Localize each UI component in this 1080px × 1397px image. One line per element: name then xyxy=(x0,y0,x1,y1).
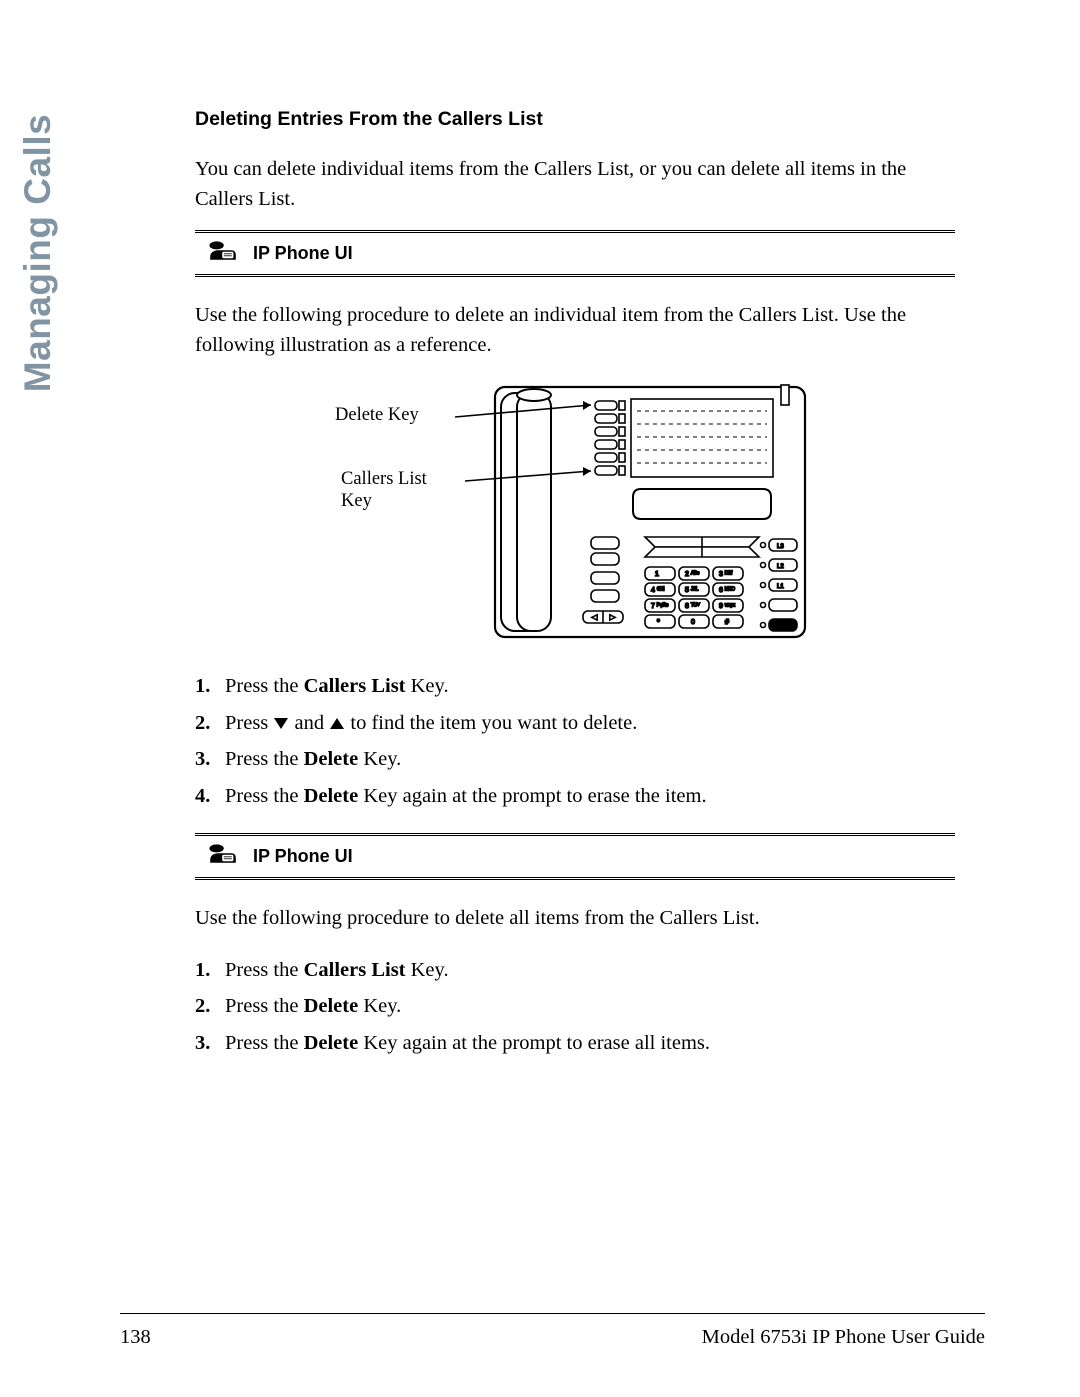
callout-body: IP Phone UI xyxy=(195,233,955,274)
svg-text:9 ʷˣʸᶻ: 9 ʷˣʸᶻ xyxy=(719,603,736,610)
svg-text:◄: ◄ xyxy=(590,612,599,622)
page-number: 138 xyxy=(120,1326,151,1349)
svg-text:L2: L2 xyxy=(777,564,784,570)
document-title: Model 6753i IP Phone User Guide xyxy=(702,1326,985,1349)
svg-text:6 ᴹᴺᴼ: 6 ᴹᴺᴼ xyxy=(719,587,735,594)
text: Press the xyxy=(225,995,304,1017)
svg-text:L3: L3 xyxy=(777,544,784,550)
content-area: Deleting Entries From the Callers List Y… xyxy=(195,108,955,1080)
text: Key. xyxy=(406,675,449,697)
procedure-steps-2: 1. Press the Callers List Key. 2. Press … xyxy=(195,955,955,1060)
step-body: Press the Delete Key. xyxy=(225,991,955,1023)
step-number: 2. xyxy=(195,991,225,1023)
step-number: 2. xyxy=(195,708,225,740)
step-body: Press the Delete Key. xyxy=(225,744,955,776)
divider-icon xyxy=(195,274,955,277)
text: Press the xyxy=(225,675,304,697)
section-sidebar: Managing Calls xyxy=(16,108,60,398)
text: Press xyxy=(225,712,273,734)
step-body: Press the Delete Key again at the prompt… xyxy=(225,1028,955,1060)
callout-body: IP Phone UI xyxy=(195,836,955,877)
text: to find the item you want to delete. xyxy=(345,712,637,734)
list-item: 3. Press the Delete Key again at the pro… xyxy=(195,1028,955,1060)
bold-text: Delete xyxy=(304,748,359,770)
list-item: 1. Press the Callers List Key. xyxy=(195,671,955,703)
footer-divider xyxy=(120,1313,985,1314)
text: Key. xyxy=(358,995,401,1017)
section-title: Managing Calls xyxy=(17,114,59,392)
annotation-callers-list-key-line2: Key xyxy=(341,491,372,512)
callout-ip-phone-ui-1: IP Phone UI xyxy=(195,230,955,277)
text: and xyxy=(289,712,329,734)
text: Key again at the prompt to erase all ite… xyxy=(358,1032,710,1054)
svg-text:0: 0 xyxy=(691,619,695,626)
text: Press the xyxy=(225,785,304,807)
svg-text:L1: L1 xyxy=(777,584,784,590)
text: Press the xyxy=(225,959,304,981)
step-body: Press the Delete Key again at the prompt… xyxy=(225,781,955,813)
bold-text: Callers List xyxy=(304,959,406,981)
procedure-steps-1: 1. Press the Callers List Key. 2. Press … xyxy=(195,671,955,813)
step-number: 3. xyxy=(195,1028,225,1060)
heading-deleting-entries: Deleting Entries From the Callers List xyxy=(195,108,955,131)
step-body: Press and to find the item you want to d… xyxy=(225,708,955,740)
phone-illustration: ◄ ► 1 2 ᴬᴮᶜ 3 ᴰᴱᶠ 4 ᴳᴴᴵ 5 ᴶᴷᴸ 6 ᴹᴺᴼ 7 ᴾᵠ… xyxy=(315,377,835,647)
svg-text:2 ᴬᴮᶜ: 2 ᴬᴮᶜ xyxy=(685,570,700,578)
text: Press the xyxy=(225,748,304,770)
bold-text: Delete xyxy=(304,1032,359,1054)
svg-text:8 ᵀᵁⱽ: 8 ᵀᵁⱽ xyxy=(685,602,700,610)
procedure-intro-1: Use the following procedure to delete an… xyxy=(195,301,955,360)
svg-text:1: 1 xyxy=(655,571,659,578)
procedure-intro-2: Use the following procedure to delete al… xyxy=(195,904,955,934)
list-item: 1. Press the Callers List Key. xyxy=(195,955,955,987)
text: Key. xyxy=(358,748,401,770)
triangle-down-icon xyxy=(274,718,288,729)
svg-text:5 ᴶᴷᴸ: 5 ᴶᴷᴸ xyxy=(685,587,699,594)
step-body: Press the Callers List Key. xyxy=(225,955,955,987)
callout-label: IP Phone UI xyxy=(253,243,353,264)
text: Key. xyxy=(406,959,449,981)
callout-ip-phone-ui-2: IP Phone UI xyxy=(195,833,955,880)
phone-ui-icon xyxy=(207,239,239,268)
bold-text: Callers List xyxy=(304,675,406,697)
svg-text:►: ► xyxy=(608,612,617,622)
svg-text:4 ᴳᴴᴵ: 4 ᴳᴴᴵ xyxy=(651,587,664,594)
list-item: 2. Press and to find the item you want t… xyxy=(195,708,955,740)
step-number: 1. xyxy=(195,955,225,987)
text: Press the xyxy=(225,1032,304,1054)
annotation-callers-list-key-line1: Callers List xyxy=(341,469,427,490)
step-number: 1. xyxy=(195,671,225,703)
step-number: 4. xyxy=(195,781,225,813)
svg-text:3 ᴰᴱᶠ: 3 ᴰᴱᶠ xyxy=(719,571,733,578)
divider-icon xyxy=(195,877,955,880)
svg-text:*: * xyxy=(657,619,660,626)
annotation-delete-key: Delete Key xyxy=(335,405,419,426)
step-number: 3. xyxy=(195,744,225,776)
intro-paragraph: You can delete individual items from the… xyxy=(195,155,955,214)
list-item: 3. Press the Delete Key. xyxy=(195,744,955,776)
svg-text:#: # xyxy=(725,619,729,626)
bold-text: Delete xyxy=(304,785,359,807)
phone-ui-icon xyxy=(207,842,239,871)
page: Managing Calls Deleting Entries From the… xyxy=(0,0,1080,1397)
step-body: Press the Callers List Key. xyxy=(225,671,955,703)
list-item: 4. Press the Delete Key again at the pro… xyxy=(195,781,955,813)
callout-label: IP Phone UI xyxy=(253,846,353,867)
page-footer: 138 Model 6753i IP Phone User Guide xyxy=(120,1326,985,1349)
svg-text:7 ᴾᵠᴿˢ: 7 ᴾᵠᴿˢ xyxy=(651,603,669,610)
list-item: 2. Press the Delete Key. xyxy=(195,991,955,1023)
text: Key again at the prompt to erase the ite… xyxy=(358,785,706,807)
bold-text: Delete xyxy=(304,995,359,1017)
triangle-up-icon xyxy=(330,718,344,729)
